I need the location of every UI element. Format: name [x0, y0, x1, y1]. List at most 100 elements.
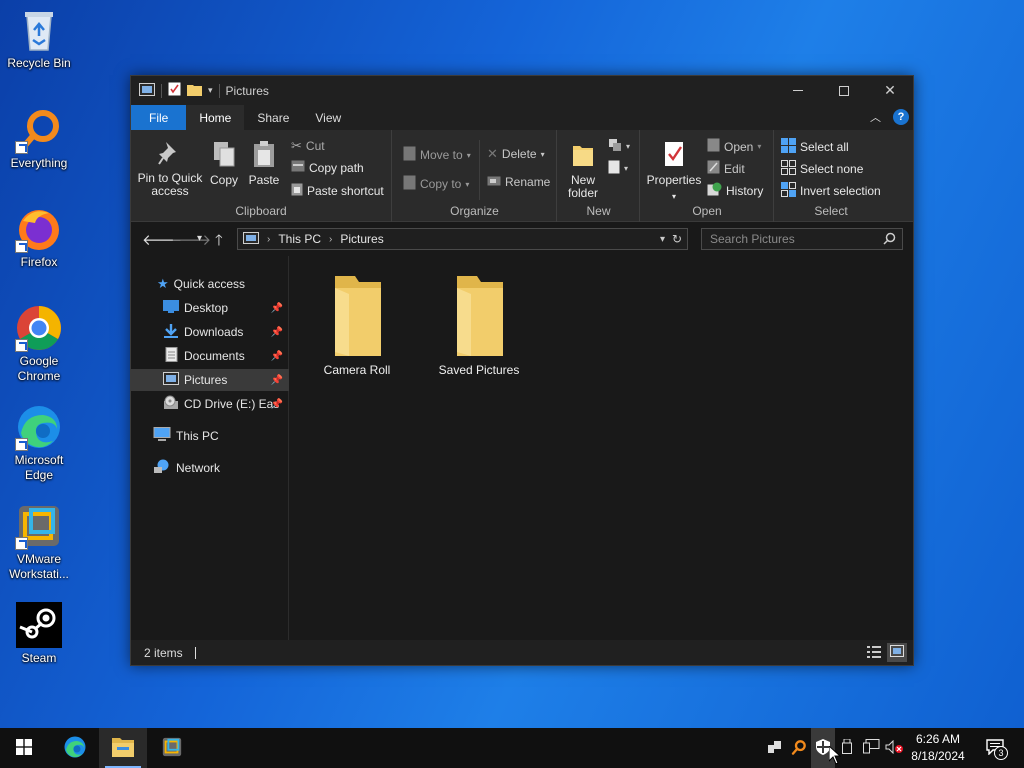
folder-icon — [325, 276, 389, 361]
star-icon: ★ — [157, 276, 169, 291]
dropdown-arrow-icon: ▾ — [624, 164, 629, 173]
nav-quick-access[interactable]: ★ Quick access — [131, 273, 289, 295]
title-bar[interactable]: ▾ Pictures ✕ — [131, 76, 913, 105]
start-button[interactable] — [0, 728, 48, 768]
new-item-icon — [608, 138, 622, 155]
minimize-button[interactable] — [775, 76, 821, 105]
tray-everything[interactable] — [789, 728, 809, 768]
desktop-icon-label: Steam — [21, 651, 57, 665]
copy-button[interactable]: Copy — [207, 140, 241, 187]
up-button[interactable]: 🡑 — [215, 230, 223, 255]
copy-path-button[interactable]: Copy path — [291, 160, 364, 175]
history-icon — [707, 182, 722, 199]
tab-view[interactable]: View — [302, 105, 354, 130]
qat-dropdown-icon[interactable]: ▾ — [208, 85, 213, 96]
nav-item-cd-drive[interactable]: CD Drive (E:) Eas 📌 — [131, 393, 289, 415]
desktop-icon-vmware[interactable]: VMware Workstati... — [4, 502, 74, 582]
item-count: 2 items — [144, 645, 183, 660]
pictures-icon — [163, 372, 179, 388]
invert-selection-button[interactable]: Invert selection — [781, 182, 881, 200]
desktop-icon-label: Google Chrome — [17, 354, 61, 383]
shortcut-arrow-icon — [15, 339, 28, 352]
select-all-button[interactable]: Select all — [781, 138, 849, 156]
edit-button[interactable]: Edit — [707, 160, 745, 177]
forward-button[interactable]: 🡒 — [171, 230, 211, 249]
download-arrow-icon — [163, 323, 179, 341]
folder-saved-pictures[interactable]: Saved Pictures — [424, 274, 534, 377]
ribbon-help-area: ︿ ? — [870, 109, 909, 125]
taskbar-vmware[interactable] — [148, 728, 196, 768]
move-to-button[interactable]: Move to ▾ — [403, 146, 471, 164]
nav-item-desktop[interactable]: Desktop 📌 — [131, 297, 289, 319]
edit-icon — [707, 160, 720, 177]
pin-icon: 📌 — [270, 326, 283, 338]
select-none-button[interactable]: Select none — [781, 160, 863, 178]
desktop-icon-firefox[interactable]: Firefox — [4, 205, 74, 270]
recent-locations-button[interactable]: ▾ — [197, 233, 202, 244]
desktop-icon-chrome[interactable]: Google Chrome — [4, 304, 74, 384]
pin-to-quick-access-button[interactable]: Pin to Quick access — [137, 140, 203, 198]
dropdown-arrow-icon: ▾ — [540, 149, 545, 159]
tab-file[interactable]: File — [131, 105, 187, 130]
action-center-button[interactable]: 3 — [980, 728, 1010, 768]
open-icon — [707, 138, 720, 155]
nav-item-downloads[interactable]: Downloads 📌 — [131, 321, 289, 343]
copy-to-icon — [403, 175, 416, 193]
desktop-icon-recycle-bin[interactable]: Recycle Bin — [4, 6, 74, 71]
easy-access-button[interactable]: ▾ — [608, 160, 628, 177]
nav-this-pc[interactable]: This PC — [131, 425, 289, 447]
copy-to-button[interactable]: Copy to ▾ — [403, 175, 469, 193]
taskbar-clock[interactable]: 6:26 AM 8/18/2024 — [902, 731, 974, 765]
new-folder-button[interactable]: New folder — [564, 140, 602, 200]
close-button[interactable]: ✕ — [867, 76, 913, 105]
refresh-icon[interactable]: ↻ — [672, 232, 682, 246]
easy-access-icon — [608, 160, 620, 177]
history-button[interactable]: History — [707, 182, 763, 199]
address-history-dropdown[interactable]: ▾ — [660, 234, 665, 245]
search-input[interactable]: Search Pictures — [701, 228, 903, 250]
folder-camera-roll[interactable]: Camera Roll — [302, 274, 412, 377]
maximize-button[interactable] — [821, 76, 867, 105]
qat-divider — [218, 83, 220, 98]
tray-app-icon[interactable] — [765, 728, 783, 768]
properties-qat-icon[interactable] — [168, 82, 181, 99]
delete-button[interactable]: ✕ Delete ▾ — [487, 146, 545, 162]
nav-item-pictures[interactable]: Pictures 📌 — [131, 369, 289, 391]
tray-network[interactable] — [860, 728, 882, 768]
paste-button[interactable]: Paste — [247, 140, 281, 187]
ribbon-separator — [479, 140, 480, 200]
properties-button[interactable]: Properties ▾ — [647, 140, 701, 203]
paste-shortcut-button[interactable]: Paste shortcut — [291, 182, 384, 199]
tray-volume[interactable] — [884, 728, 904, 768]
tab-home[interactable]: Home — [186, 105, 245, 130]
open-button[interactable]: Open ▾ — [707, 138, 761, 155]
document-icon — [163, 347, 179, 365]
rename-button[interactable]: Rename — [487, 175, 550, 189]
desktop-icon-steam[interactable]: Steam — [4, 601, 74, 666]
nav-network[interactable]: Network — [131, 457, 289, 479]
taskbar-file-explorer[interactable] — [99, 728, 147, 768]
desktop-icon-edge[interactable]: Microsoft Edge — [4, 403, 74, 483]
shield-icon — [816, 738, 830, 758]
details-view-button[interactable] — [867, 645, 881, 662]
breadcrumb-this-pc[interactable]: This PC — [278, 232, 321, 246]
ribbon-group-open: Properties ▾ Open ▾ Edit History Open — [641, 130, 774, 222]
new-item-button[interactable]: ▾ — [608, 138, 630, 155]
help-button[interactable]: ? — [893, 109, 909, 125]
ribbon-group-clipboard: Pin to Quick access Copy Paste ✂ Cut Cop… — [131, 130, 392, 222]
group-label-new: New — [586, 204, 611, 218]
desktop-icon-everything[interactable]: Everything — [4, 106, 74, 171]
delete-x-icon: ✕ — [487, 146, 498, 161]
cut-button[interactable]: ✂ Cut — [291, 138, 325, 154]
usb-drive-icon — [842, 738, 852, 757]
nav-item-documents[interactable]: Documents 📌 — [131, 345, 289, 367]
collapse-ribbon-button[interactable]: ︿ — [870, 109, 881, 125]
tab-share[interactable]: Share — [244, 105, 302, 130]
breadcrumb-pictures[interactable]: Pictures — [340, 232, 383, 246]
new-folder-qat-icon[interactable] — [187, 83, 202, 99]
address-bar[interactable]: › This PC › Pictures ▾ ↻ — [237, 228, 688, 250]
edge-icon — [63, 735, 87, 762]
taskbar-edge[interactable] — [51, 728, 99, 768]
select-all-icon — [781, 138, 796, 156]
large-icons-view-button[interactable] — [887, 643, 907, 662]
